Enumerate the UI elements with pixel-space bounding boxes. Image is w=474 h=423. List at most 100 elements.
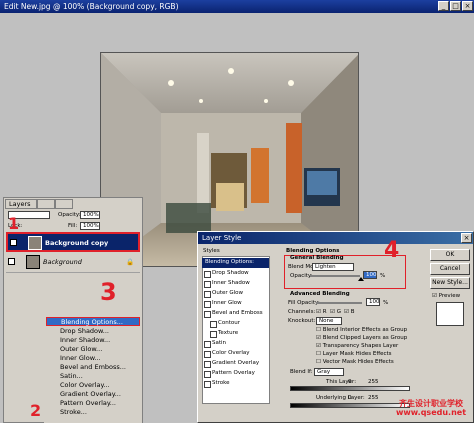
dialog-title: Layer Style: [198, 232, 473, 244]
option-label: Transparency Shapes Layer: [322, 343, 399, 349]
menu-item-color-overlay[interactable]: Color Overlay...: [46, 381, 140, 390]
option-layer-mask-hides[interactable]: ☐ Layer Mask Hides Effects: [316, 350, 392, 358]
ok-button[interactable]: OK: [430, 249, 470, 261]
style-label: Satin: [212, 340, 227, 346]
channel-b-label: B: [350, 309, 355, 315]
layers-tab[interactable]: Layers: [5, 199, 37, 209]
style-label: Gradient Overlay: [212, 360, 260, 366]
layer-thumbnail: [28, 236, 42, 250]
underlying-layer-label: Underlying Layer:: [316, 395, 365, 401]
style-outer-glow[interactable]: Outer Glow: [202, 289, 269, 299]
annotation-2: 2: [30, 401, 42, 420]
paths-tab[interactable]: [55, 199, 73, 209]
this-layer-gradient[interactable]: [290, 386, 410, 391]
style-label: Contour: [218, 320, 240, 326]
fill-opacity-input[interactable]: 100: [366, 298, 380, 306]
dialog-close-button[interactable]: ×: [461, 233, 472, 243]
watermark-line-2: www.qsedu.net: [396, 408, 467, 417]
preview-checkbox[interactable]: ☑ Preview: [432, 292, 460, 300]
close-button[interactable]: ×: [462, 1, 473, 11]
option-blend-clipped[interactable]: ☑ Blend Clipped Layers as Group: [316, 334, 407, 342]
option-label: Vector Mask Hides Effects: [322, 359, 394, 365]
channels-label: Channels:: [288, 309, 316, 315]
new-style-button[interactable]: New Style...: [430, 277, 470, 289]
menu-item-drop-shadow[interactable]: Drop Shadow...: [46, 327, 140, 336]
style-contour[interactable]: Contour: [208, 319, 275, 329]
watermark-line-1: 齐生设计职业学校: [399, 399, 464, 408]
option-transparency-shapes[interactable]: ☑ Transparency Shapes Layer: [316, 342, 398, 350]
style-drop-shadow[interactable]: Drop Shadow: [202, 269, 269, 279]
layer-name[interactable]: Background copy: [45, 239, 108, 247]
checkbox[interactable]: [204, 371, 211, 378]
fill-input[interactable]: 100%: [80, 222, 100, 230]
checkbox[interactable]: [204, 361, 211, 368]
channel-r-label: R: [322, 309, 327, 315]
option-blend-interior[interactable]: ☐ Blend Interior Effects as Group: [316, 326, 407, 334]
annotation-3: 3: [100, 278, 117, 306]
menu-item-inner-glow[interactable]: Inner Glow...: [46, 354, 140, 363]
opacity-input[interactable]: 100%: [80, 211, 100, 219]
option-label: Layer Mask Hides Effects: [322, 351, 392, 357]
menu-item-stroke[interactable]: Stroke...: [46, 408, 140, 417]
underlying-layer-gradient[interactable]: [290, 403, 410, 408]
style-texture[interactable]: Texture: [208, 329, 275, 339]
menu-item-outer-glow[interactable]: Outer Glow...: [46, 345, 140, 354]
checkbox[interactable]: [204, 341, 211, 348]
opacity-input[interactable]: 100: [363, 271, 377, 279]
style-gradient-overlay[interactable]: Gradient Overlay: [202, 359, 269, 369]
menu-item-gradient-overlay[interactable]: Gradient Overlay...: [46, 390, 140, 399]
fill-label: Fill:: [68, 223, 78, 229]
style-label: Stroke: [212, 380, 230, 386]
channels-tab[interactable]: [37, 199, 55, 209]
preview-swatch: [436, 302, 464, 326]
annotation-1: 1: [8, 214, 20, 233]
knockout-select[interactable]: None: [316, 317, 342, 325]
channel-b-checkbox[interactable]: ☑ B: [344, 308, 354, 316]
cancel-button[interactable]: Cancel: [430, 263, 470, 275]
checkbox[interactable]: [204, 291, 211, 298]
style-label: Bevel and Emboss: [212, 310, 263, 316]
style-inner-glow[interactable]: Inner Glow: [202, 299, 269, 309]
checkbox[interactable]: [204, 301, 211, 308]
style-color-overlay[interactable]: Color Overlay: [202, 349, 269, 359]
eye-icon[interactable]: [8, 258, 15, 265]
style-stroke[interactable]: Stroke: [202, 379, 269, 389]
channel-g-checkbox[interactable]: ☑ G: [330, 308, 341, 316]
document-title: Edit New.jpg @ 100% (Background copy, RG…: [4, 2, 179, 11]
checkbox[interactable]: [204, 271, 211, 278]
checkbox[interactable]: [204, 381, 211, 388]
menu-item-pattern-overlay[interactable]: Pattern Overlay...: [46, 399, 140, 408]
lock-icon: 🔒: [126, 258, 135, 266]
channel-r-checkbox[interactable]: ☑ R: [316, 308, 327, 316]
blend-mode-select[interactable]: Lighten: [312, 263, 354, 271]
minimize-button[interactable]: _: [438, 1, 449, 11]
style-pattern-overlay[interactable]: Pattern Overlay: [202, 369, 269, 379]
watermark: 齐生设计职业学校 www.qsedu.net: [396, 399, 466, 417]
style-blending-options[interactable]: Blending Options: Custom: [202, 258, 269, 274]
layer-style-dialog: Layer Style × Styles Blending Options: C…: [197, 231, 474, 423]
checkbox[interactable]: [210, 321, 217, 328]
style-bevel-emboss[interactable]: Bevel and Emboss: [202, 309, 269, 319]
layer-row-background[interactable]: Background 🔒: [6, 253, 140, 273]
blend-if-select[interactable]: Gray: [314, 368, 344, 376]
maximize-button[interactable]: □: [450, 1, 461, 11]
opacity-slider[interactable]: [310, 275, 360, 277]
checkbox[interactable]: [204, 311, 211, 318]
menu-item-inner-shadow[interactable]: Inner Shadow...: [46, 336, 140, 345]
style-inner-shadow[interactable]: Inner Shadow: [202, 279, 269, 289]
style-label: Pattern Overlay: [212, 370, 255, 376]
fill-opacity-slider[interactable]: [316, 302, 362, 304]
general-blending-header: General Blending: [290, 255, 344, 261]
layer-name[interactable]: Background: [43, 258, 82, 266]
style-satin[interactable]: Satin: [202, 339, 269, 349]
checkbox[interactable]: [204, 351, 211, 358]
layer-row-background-copy[interactable]: Background copy: [6, 232, 140, 252]
menu-item-blending-options[interactable]: Blending Options...: [46, 317, 140, 326]
menu-item-satin[interactable]: Satin...: [46, 372, 140, 381]
checkbox[interactable]: [204, 281, 211, 288]
eye-icon[interactable]: [10, 239, 17, 246]
checkbox[interactable]: [210, 331, 217, 338]
option-vector-mask-hides[interactable]: ☐ Vector Mask Hides Effects: [316, 358, 394, 366]
option-label: Blend Clipped Layers as Group: [322, 335, 408, 341]
menu-item-bevel-emboss[interactable]: Bevel and Emboss...: [46, 363, 140, 372]
